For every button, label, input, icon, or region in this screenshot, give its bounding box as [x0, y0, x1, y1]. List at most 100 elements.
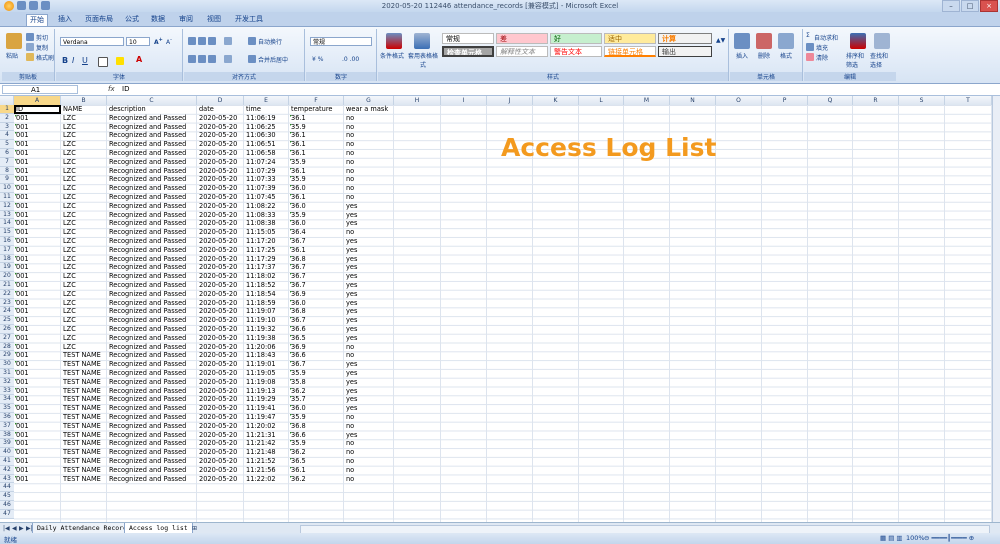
table-cell[interactable]: TEST NAME: [63, 378, 101, 387]
table-cell[interactable]: 2020-05-20: [199, 114, 237, 123]
table-cell[interactable]: yes: [346, 255, 357, 264]
column-header-d[interactable]: D: [197, 96, 244, 105]
table-cell[interactable]: 001: [16, 307, 29, 316]
table-cell[interactable]: Recognized and Passed: [109, 343, 186, 352]
table-cell[interactable]: LZC: [63, 140, 76, 149]
table-cell[interactable]: 2020-05-20: [199, 466, 237, 475]
table-cell[interactable]: Recognized and Passed: [109, 334, 186, 343]
table-cell[interactable]: 36.7: [291, 316, 306, 325]
table-cell[interactable]: yes: [346, 369, 357, 378]
table-cell[interactable]: 11:07:24: [246, 158, 276, 167]
table-cell[interactable]: 2020-05-20: [199, 211, 237, 220]
table-cell[interactable]: yes: [346, 211, 357, 220]
table-cell[interactable]: LZC: [63, 343, 76, 352]
table-cell[interactable]: 36.1: [291, 167, 306, 176]
table-cell[interactable]: 36.8: [291, 307, 306, 316]
row-header[interactable]: 30: [0, 360, 14, 369]
table-cell[interactable]: yes: [346, 404, 357, 413]
style-check-cell[interactable]: 检查单元格: [442, 46, 494, 57]
format-painter-icon[interactable]: [26, 53, 34, 61]
align-top-icon[interactable]: [188, 37, 196, 45]
column-header-c[interactable]: C: [107, 96, 197, 105]
table-cell[interactable]: 001: [16, 272, 29, 281]
column-header-p[interactable]: P: [762, 96, 808, 105]
table-cell[interactable]: 001: [16, 325, 29, 334]
table-cell[interactable]: Recognized and Passed: [109, 422, 186, 431]
table-cell[interactable]: 2020-05-20: [199, 140, 237, 149]
table-cell[interactable]: 2020-05-20: [199, 184, 237, 193]
table-cell[interactable]: 11:18:43: [246, 351, 276, 360]
table-cell[interactable]: 36.7: [291, 263, 306, 272]
table-cell[interactable]: 001: [16, 343, 29, 352]
zoom-slider[interactable]: ⊖ ━━━━┃━━━━ ⊕: [924, 534, 974, 542]
row-header[interactable]: 31: [0, 369, 14, 378]
close-button[interactable]: ×: [980, 0, 998, 12]
vertical-scrollbar[interactable]: [992, 96, 1000, 522]
table-cell[interactable]: TEST NAME: [63, 351, 101, 360]
table-cell[interactable]: 2020-05-20: [199, 228, 237, 237]
table-cell[interactable]: 2020-05-20: [199, 219, 237, 228]
table-cell[interactable]: 36.2: [291, 387, 306, 396]
table-cell[interactable]: LZC: [63, 193, 76, 202]
table-cell[interactable]: 36.5: [291, 334, 306, 343]
row-header[interactable]: 39: [0, 439, 14, 449]
table-cell[interactable]: LZC: [63, 167, 76, 176]
table-cell[interactable]: 001: [16, 431, 29, 440]
column-header-g[interactable]: G: [344, 96, 394, 105]
header-cell[interactable]: NAME: [63, 105, 82, 114]
paste-icon[interactable]: [6, 33, 22, 49]
table-cell[interactable]: 001: [16, 316, 29, 325]
table-cell[interactable]: 11:07:29: [246, 167, 276, 176]
clear-icon[interactable]: [806, 53, 814, 61]
table-cell[interactable]: Recognized and Passed: [109, 378, 186, 387]
table-cell[interactable]: Recognized and Passed: [109, 431, 186, 440]
table-cell[interactable]: 11:19:05: [246, 369, 276, 378]
table-cell[interactable]: 36.6: [291, 351, 306, 360]
row-header[interactable]: 21: [0, 281, 14, 290]
table-cell[interactable]: 36.7: [291, 237, 306, 246]
table-cell[interactable]: yes: [346, 246, 357, 255]
table-cell[interactable]: 36.6: [291, 325, 306, 334]
row-header[interactable]: 36: [0, 413, 14, 422]
table-cell[interactable]: Recognized and Passed: [109, 413, 186, 422]
table-cell[interactable]: 001: [16, 351, 29, 360]
table-cell[interactable]: 001: [16, 228, 29, 237]
table-cell[interactable]: 11:17:37: [246, 263, 276, 272]
table-format-button[interactable]: 套用表格格式: [408, 51, 438, 69]
tab-4[interactable]: 数据: [148, 14, 168, 25]
table-cell[interactable]: Recognized and Passed: [109, 149, 186, 158]
table-cell[interactable]: no: [346, 158, 354, 167]
table-cell[interactable]: 11:21:48: [246, 448, 276, 457]
table-cell[interactable]: Recognized and Passed: [109, 281, 186, 290]
row-header[interactable]: 45: [0, 492, 14, 501]
style-normal[interactable]: 常规: [442, 33, 494, 44]
view-buttons-icon[interactable]: ▦ ▤ ▥: [880, 534, 903, 542]
table-cell[interactable]: no: [346, 193, 354, 202]
table-cell[interactable]: 2020-05-20: [199, 422, 237, 431]
table-cell[interactable]: LZC: [63, 211, 76, 220]
row-header[interactable]: 4: [0, 131, 14, 141]
table-cell[interactable]: 001: [16, 140, 29, 149]
table-cell[interactable]: Recognized and Passed: [109, 369, 186, 378]
table-cell[interactable]: Recognized and Passed: [109, 219, 186, 228]
column-header-e[interactable]: E: [244, 96, 289, 105]
table-cell[interactable]: 11:19:01: [246, 360, 276, 369]
table-cell[interactable]: TEST NAME: [63, 369, 101, 378]
table-cell[interactable]: 36.1: [291, 193, 306, 202]
table-cell[interactable]: 2020-05-20: [199, 123, 237, 132]
row-header[interactable]: 44: [0, 483, 14, 493]
table-cell[interactable]: 2020-05-20: [199, 457, 237, 466]
table-cell[interactable]: 2020-05-20: [199, 237, 237, 246]
table-cell[interactable]: TEST NAME: [63, 387, 101, 396]
style-linked-cell[interactable]: 链接单元格: [604, 46, 656, 57]
row-header[interactable]: 25: [0, 316, 14, 325]
style-good[interactable]: 好: [550, 33, 602, 44]
table-cell[interactable]: Recognized and Passed: [109, 131, 186, 140]
table-cell[interactable]: 001: [16, 439, 29, 448]
table-cell[interactable]: no: [346, 351, 354, 360]
table-cell[interactable]: no: [346, 123, 354, 132]
autosum-icon[interactable]: Σ: [806, 32, 810, 39]
table-cell[interactable]: 11:19:32: [246, 325, 276, 334]
minimize-button[interactable]: –: [942, 0, 960, 12]
table-cell[interactable]: 2020-05-20: [199, 246, 237, 255]
